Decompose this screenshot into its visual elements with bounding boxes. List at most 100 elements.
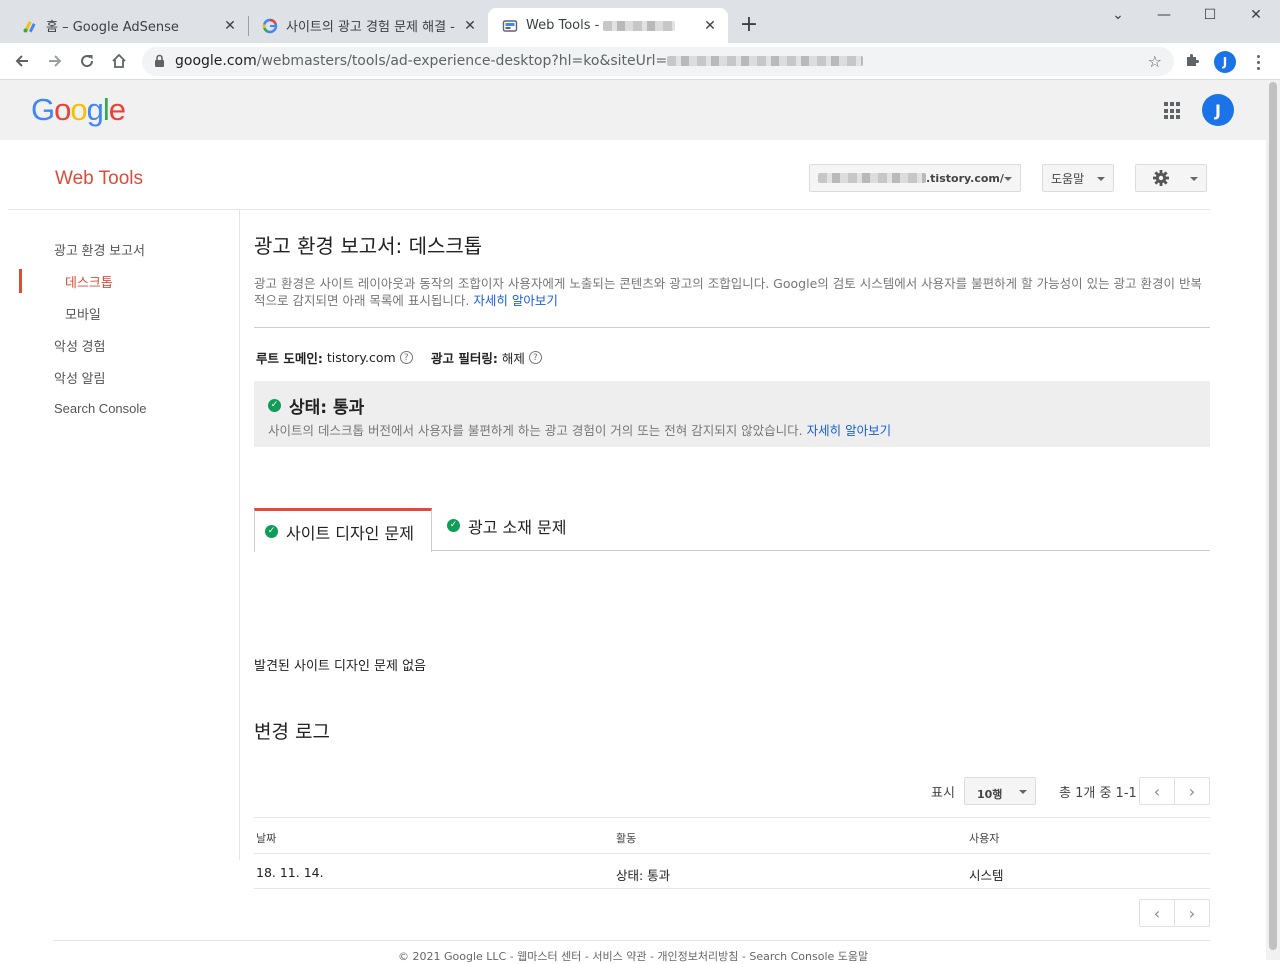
- divider: [8, 209, 1210, 210]
- ad-filter-info: 광고 필터링: 해제 ?: [431, 348, 542, 367]
- cell-date: 18. 11. 14.: [256, 865, 324, 880]
- learn-more-link[interactable]: 자세히 알아보기: [473, 293, 557, 308]
- no-issues-message: 발견된 사이트 디자인 문제 없음: [254, 659, 427, 674]
- page-title: 광고 환경 보고서: 데스크톱: [254, 234, 483, 258]
- prev-page-chevron-icon[interactable]: ‹: [1140, 778, 1174, 804]
- close-icon[interactable]: ✕: [702, 18, 718, 34]
- table-header-row: 날짜 활동 사용자: [254, 817, 1210, 853]
- tab-adsense[interactable]: 홈 – Google AdSense ✕: [8, 8, 248, 43]
- tab-ad-experience-help[interactable]: 사이트의 광고 경험 문제 해결 - ✕: [248, 8, 488, 43]
- changelog-title: 변경 로그: [254, 721, 330, 743]
- redacted-text: [667, 56, 864, 66]
- logo-letter: g: [86, 92, 104, 127]
- logo-letter: G: [31, 92, 55, 127]
- tab-title: 홈 – Google AdSense: [46, 20, 179, 35]
- new-tab-button[interactable]: +: [737, 14, 761, 38]
- adsense-icon: [23, 20, 36, 32]
- browser-menu-icon[interactable]: [1250, 51, 1266, 73]
- status-heading: ✓ 상태: 통과: [268, 393, 364, 418]
- sidebar-item-mobile[interactable]: 모바일: [65, 304, 101, 323]
- profile-avatar[interactable]: J: [1214, 51, 1236, 73]
- ad-filter-label: 광고 필터링:: [431, 351, 498, 366]
- help-circle-icon[interactable]: ?: [528, 351, 542, 364]
- sidebar-item-abusive-experience[interactable]: 악성 경험: [54, 336, 105, 355]
- tab-web-tools[interactable]: Web Tools - ✕: [488, 8, 728, 43]
- bookmark-star-icon[interactable]: ☆: [1148, 52, 1162, 71]
- product-title[interactable]: Web Tools: [55, 168, 143, 190]
- rows-per-page-select[interactable]: 10행: [964, 777, 1036, 805]
- table-row: 18. 11. 14. 상태: 통과 시스템: [254, 853, 1210, 889]
- home-icon: [112, 53, 126, 68]
- sidebar-item-search-console[interactable]: Search Console: [54, 401, 147, 416]
- scrollbar-thumb[interactable]: [1269, 82, 1277, 950]
- page-scrollbar[interactable]: [1266, 80, 1280, 960]
- check-circle-icon: ✓: [268, 399, 281, 412]
- arrow-right-icon: [49, 55, 62, 67]
- pagination-buttons-bottom: ‹ ›: [1139, 899, 1210, 927]
- chevron-down-icon: [1004, 177, 1012, 181]
- minimize-button[interactable]: —: [1141, 0, 1187, 30]
- cell-activity: 상태: 통과: [616, 868, 671, 883]
- status-title: 상태: 통과: [289, 398, 365, 418]
- help-circle-icon[interactable]: ?: [399, 351, 413, 364]
- maximize-button[interactable]: ☐: [1187, 0, 1233, 30]
- check-circle-icon: ✓: [447, 519, 460, 532]
- ad-filter-value: 해제: [501, 351, 525, 366]
- close-window-button[interactable]: ✕: [1233, 0, 1279, 30]
- tab-title: Web Tools -: [526, 18, 702, 33]
- next-page-chevron-icon[interactable]: ›: [1174, 900, 1209, 926]
- column-header-date[interactable]: 날짜: [256, 830, 276, 846]
- redacted-text: [603, 20, 676, 31]
- tab-site-design-issues[interactable]: ✓ 사이트 디자인 문제: [254, 508, 432, 552]
- reload-button[interactable]: [75, 49, 99, 73]
- sidebar-item-abusive-notifications[interactable]: 악성 알림: [54, 368, 105, 387]
- column-header-activity[interactable]: 활동: [616, 830, 636, 846]
- chevron-down-icon: [1097, 177, 1105, 181]
- site-selector[interactable]: .tistory.com/: [809, 164, 1021, 192]
- help-label: 도움말: [1051, 171, 1085, 186]
- browser-tab-bar: 홈 – Google AdSense ✕ 사이트의 광고 경험 문제 해결 - …: [0, 0, 1280, 43]
- chevron-down-icon: [1190, 177, 1198, 181]
- column-header-user[interactable]: 사용자: [969, 830, 999, 846]
- sidebar-item-ad-experience-report[interactable]: 광고 환경 보고서: [54, 240, 145, 259]
- forward-button[interactable]: [43, 49, 67, 73]
- sidebar-item-desktop[interactable]: 데스크톱: [65, 272, 113, 291]
- issue-tabs: ✓ 사이트 디자인 문제 ✓ 광고 소재 문제: [254, 508, 1210, 552]
- root-domain-value: tistory.com: [326, 350, 396, 365]
- lock-icon: [155, 54, 164, 67]
- tab-label: 사이트 디자인 문제: [286, 523, 414, 543]
- page-info: 총 1개 중 1-1: [1059, 785, 1137, 801]
- logo-letter: o: [70, 92, 87, 127]
- arrow-left-icon: [15, 55, 28, 67]
- home-button[interactable]: [107, 49, 131, 73]
- next-page-chevron-icon[interactable]: ›: [1174, 778, 1209, 804]
- logo-letter: o: [54, 92, 71, 127]
- status-panel: ✓ 상태: 통과 사이트의 데스크톱 버전에서 사용자를 불편하게 하는 광고 …: [254, 381, 1210, 447]
- help-dropdown[interactable]: 도움말: [1042, 164, 1114, 192]
- tab-search-icon[interactable]: ⌄: [1095, 0, 1141, 30]
- logo-letter: e: [108, 92, 126, 127]
- close-icon[interactable]: ✕: [222, 18, 238, 34]
- google-logo[interactable]: Google: [31, 92, 126, 128]
- apps-grid-icon[interactable]: [1164, 102, 1182, 120]
- tab-label: 광고 소재 문제: [468, 517, 567, 537]
- web-tools-icon: [502, 19, 518, 32]
- reload-icon: [81, 55, 94, 68]
- divider: [239, 210, 240, 860]
- site-suffix: .tistory.com/: [926, 171, 1004, 185]
- address-bar[interactable]: google.com/webmasters/tools/ad-experienc…: [142, 47, 1174, 76]
- back-button[interactable]: [10, 49, 34, 73]
- browser-toolbar: google.com/webmasters/tools/ad-experienc…: [0, 43, 1280, 80]
- settings-dropdown[interactable]: [1135, 164, 1207, 192]
- gear-icon: [1153, 170, 1169, 186]
- footer-links[interactable]: © 2021 Google LLC - 웹마스터 센터 - 서비스 약관 - 개…: [398, 948, 868, 964]
- tab-ad-creative-issues[interactable]: ✓ 광고 소재 문제: [437, 504, 577, 547]
- show-label: 표시: [931, 785, 955, 801]
- account-avatar[interactable]: J: [1202, 94, 1234, 126]
- chevron-down-icon: [1019, 790, 1027, 794]
- status-learn-more-link[interactable]: 자세히 알아보기: [807, 423, 891, 438]
- extensions-puzzle-icon[interactable]: [1184, 52, 1200, 68]
- close-icon[interactable]: ✕: [462, 18, 478, 34]
- root-domain-label: 루트 도메인:: [256, 351, 323, 366]
- prev-page-chevron-icon[interactable]: ‹: [1140, 900, 1174, 926]
